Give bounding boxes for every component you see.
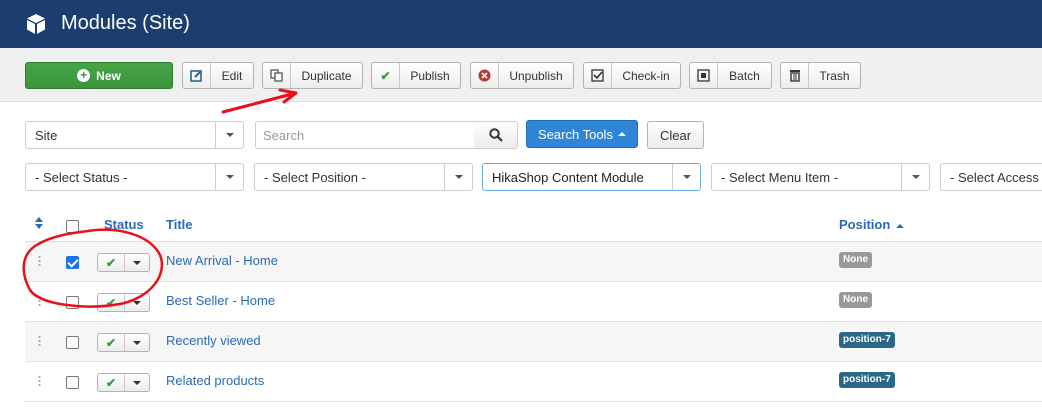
unpublish-icon (471, 63, 499, 88)
unpublish-label: Unpublish (509, 68, 563, 83)
cube-icon (27, 14, 45, 34)
published-check-icon[interactable]: ✔ (98, 374, 125, 391)
search-button[interactable] (474, 121, 518, 149)
position-filter-value: - Select Position - (264, 170, 366, 185)
position-column-header[interactable]: Position (839, 217, 904, 232)
new-button-label: New (96, 68, 121, 83)
publish-label: Publish (410, 68, 450, 83)
status-filter-value: - Select Status - (35, 170, 128, 185)
published-check-icon[interactable]: ✔ (98, 294, 125, 311)
drag-handle-icon[interactable] (38, 335, 41, 347)
select-all-checkbox[interactable] (66, 220, 79, 233)
drag-handle-icon[interactable] (38, 255, 41, 267)
status-toggle[interactable]: ✔ (97, 253, 150, 272)
checkin-button[interactable]: Check-in (583, 62, 681, 89)
check-icon: ✔ (372, 63, 400, 88)
position-column-label: Position (839, 217, 891, 232)
menu-item-filter[interactable]: - Select Menu Item - (711, 163, 930, 191)
module-filter-value: HikaShop Content Module (492, 170, 644, 185)
access-filter[interactable]: - Select Access - (940, 163, 1042, 191)
publish-button[interactable]: ✔ Publish (371, 62, 461, 89)
edit-button[interactable]: Edit (182, 62, 254, 89)
edit-icon (183, 63, 211, 88)
unpublish-button[interactable]: Unpublish (470, 62, 574, 89)
client-select[interactable]: Site (25, 121, 244, 149)
status-dropdown-toggle[interactable] (125, 374, 149, 391)
search-input[interactable]: Search (255, 121, 475, 149)
ordering-icon[interactable] (35, 217, 43, 232)
position-badge: position-7 (839, 372, 895, 388)
status-dropdown-toggle[interactable] (125, 334, 149, 351)
table-row[interactable]: ✔ New Arrival - Home None (25, 242, 1042, 282)
status-column-header[interactable]: Status (104, 217, 144, 232)
plus-icon: + (77, 69, 91, 82)
table-header: Status Title Position (25, 208, 1042, 242)
trash-icon (781, 63, 809, 88)
published-check-icon[interactable]: ✔ (98, 334, 125, 351)
duplicate-button[interactable]: Duplicate (262, 62, 363, 89)
copy-icon (263, 63, 291, 88)
status-toggle[interactable]: ✔ (97, 373, 150, 392)
toolbar: + New Edit Duplicate ✔ Publish Unpublish… (0, 48, 1042, 102)
chevron-down-icon (901, 164, 929, 190)
clear-label: Clear (659, 127, 692, 143)
position-badge: None (839, 252, 872, 268)
status-dropdown-toggle[interactable] (125, 294, 149, 311)
published-check-icon[interactable]: ✔ (98, 254, 125, 271)
title-column-header[interactable]: Title (166, 217, 193, 232)
access-filter-value: - Select Access - (950, 170, 1042, 185)
sort-asc-icon (895, 223, 904, 228)
search-icon (488, 128, 503, 142)
module-title-link[interactable]: New Arrival - Home (166, 253, 278, 268)
module-title-link[interactable]: Recently viewed (166, 333, 261, 348)
search-tools-button[interactable]: Search Tools (526, 120, 638, 148)
table-row[interactable]: ✔ Related products position-7 (25, 362, 1042, 402)
table-row[interactable]: ✔ Recently viewed position-7 (25, 322, 1042, 362)
batch-button[interactable]: Batch (689, 62, 772, 89)
drag-handle-icon[interactable] (38, 375, 41, 387)
batch-label: Batch (729, 68, 760, 83)
menu-item-filter-value: - Select Menu Item - (721, 170, 839, 185)
position-filter[interactable]: - Select Position - (254, 163, 473, 191)
search-tools-label: Search Tools (538, 126, 613, 142)
edit-label: Edit (221, 68, 243, 83)
row-checkbox[interactable] (66, 336, 79, 349)
status-toggle[interactable]: ✔ (97, 333, 150, 352)
row-checkbox[interactable] (66, 376, 79, 389)
search-placeholder: Search (263, 128, 305, 143)
position-badge: None (839, 292, 872, 308)
page-header: Modules (Site) (0, 0, 1042, 48)
batch-icon (690, 63, 718, 88)
status-dropdown-toggle[interactable] (125, 254, 149, 271)
chevron-down-icon (444, 164, 472, 190)
duplicate-label: Duplicate (301, 68, 352, 83)
trash-button[interactable]: Trash (780, 62, 861, 89)
status-toggle[interactable]: ✔ (97, 293, 150, 312)
chevron-down-icon (215, 164, 243, 190)
module-filter[interactable]: HikaShop Content Module (482, 163, 701, 191)
caret-up-icon (617, 132, 626, 136)
module-title-link[interactable]: Related products (166, 373, 264, 388)
drag-handle-icon[interactable] (38, 295, 41, 307)
checkbox-icon (584, 63, 612, 88)
row-checkbox[interactable] (66, 296, 79, 309)
row-checkbox[interactable] (66, 256, 79, 269)
chevron-down-icon (215, 122, 243, 148)
table-row[interactable]: ✔ Best Seller - Home None (25, 282, 1042, 322)
checkin-label: Check-in (622, 68, 670, 83)
position-badge: position-7 (839, 332, 895, 348)
module-title-link[interactable]: Best Seller - Home (166, 293, 275, 308)
chevron-down-icon (672, 164, 700, 190)
client-select-value: Site (35, 128, 58, 143)
page-title: Modules (Site) (61, 12, 190, 34)
clear-button[interactable]: Clear (647, 121, 704, 149)
status-filter[interactable]: - Select Status - (25, 163, 244, 191)
new-button[interactable]: + New (25, 62, 173, 89)
trash-label: Trash (819, 68, 850, 83)
